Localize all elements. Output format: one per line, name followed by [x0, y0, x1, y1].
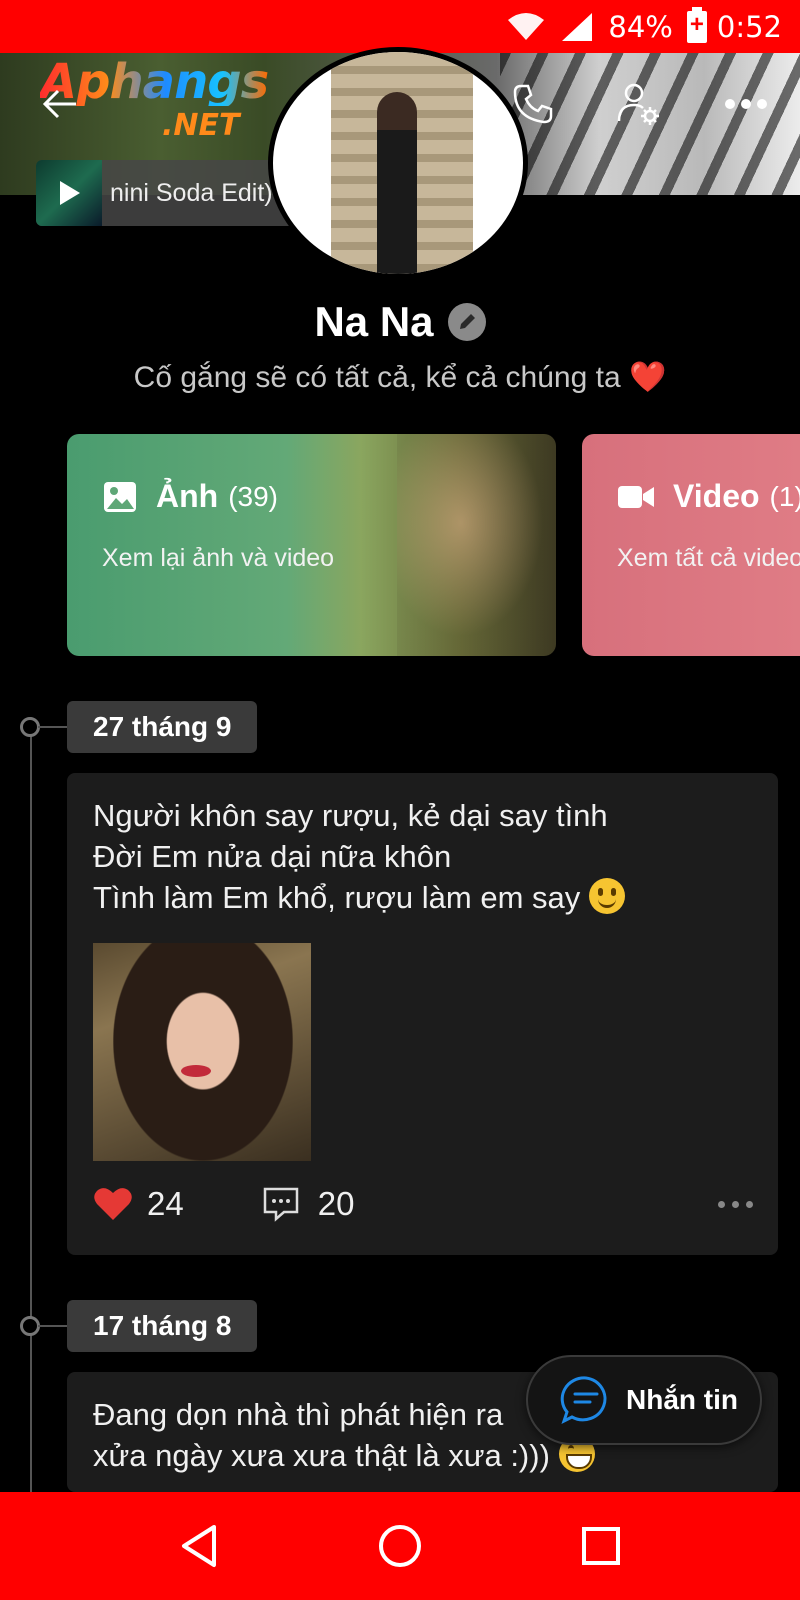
- videos-label: Video: [673, 478, 760, 514]
- wifi-icon: [508, 12, 545, 40]
- profile-music-player[interactable]: nini Soda Edit): [36, 160, 306, 226]
- signal-icon: [562, 12, 593, 41]
- nav-back-icon[interactable]: [179, 1524, 219, 1568]
- post-text: Đang dọn nhà thì phát hiện ra xửa ngày x…: [93, 1394, 595, 1476]
- profile-header: Na Na: [0, 298, 800, 346]
- user-gear-icon: [617, 83, 659, 125]
- timeline-line: [30, 727, 32, 1492]
- like-count: 24: [147, 1185, 184, 1222]
- date-badge: 17 tháng 8: [67, 1300, 258, 1352]
- post-actions: 24 20: [93, 1181, 753, 1227]
- back-arrow-icon: [42, 89, 76, 119]
- post-photo[interactable]: [93, 943, 311, 1161]
- battery-percent: 84%: [608, 9, 673, 44]
- photos-subtitle: Xem lại ảnh và video: [102, 544, 335, 572]
- avatar[interactable]: [268, 47, 528, 279]
- videos-subtitle: Xem tất cả video: [617, 544, 800, 572]
- profile-bio: Cố gắng sẽ có tất cả, kể cả chúng ta ❤️: [133, 361, 667, 394]
- heart-icon: [94, 1188, 132, 1220]
- profile-name: Na Na: [314, 298, 434, 345]
- more-options-button[interactable]: [718, 76, 774, 132]
- system-nav-bar: [0, 1492, 800, 1600]
- chat-bubble-icon: [560, 1376, 607, 1424]
- nav-recents-icon[interactable]: [581, 1526, 621, 1566]
- comment-icon: [263, 1187, 298, 1222]
- song-title: nini Soda Edit): [110, 178, 273, 207]
- message-button[interactable]: Nhắn tin: [526, 1355, 762, 1445]
- video-camera-icon: [618, 485, 654, 508]
- photos-card[interactable]: Ảnh (39) Xem lại ảnh và video: [67, 434, 556, 656]
- nav-home-icon[interactable]: [378, 1524, 422, 1568]
- videos-card[interactable]: Video (1) Xem tất cả video: [582, 434, 800, 656]
- play-icon[interactable]: [60, 181, 80, 205]
- date-badge: 27 tháng 9: [67, 701, 258, 753]
- comment-count: 20: [317, 1185, 355, 1222]
- back-button[interactable]: [32, 76, 88, 132]
- battery-charging-icon: [686, 6, 707, 43]
- edit-icon[interactable]: [447, 303, 486, 341]
- clock: 0:52: [716, 9, 782, 44]
- videos-count: (1): [769, 480, 800, 512]
- profile-settings-button[interactable]: [611, 76, 667, 132]
- smile-emoji-icon: [588, 878, 625, 914]
- timeline-dot: [20, 717, 40, 737]
- post-card[interactable]: Người khôn say rượu, kẻ dại say tình Đời…: [67, 773, 778, 1255]
- watermark-suffix: .NET: [162, 108, 240, 143]
- post-more-icon[interactable]: [718, 1200, 753, 1208]
- status-bar: 84% 0:52: [0, 0, 800, 53]
- post-text: Người khôn say rượu, kẻ dại say tình Đời…: [93, 795, 625, 918]
- timeline-dot: [20, 1316, 40, 1336]
- like-button[interactable]: 24: [93, 1185, 184, 1223]
- message-button-label: Nhắn tin: [626, 1384, 738, 1415]
- comment-button[interactable]: 20: [262, 1185, 355, 1223]
- more-horizontal-icon: [725, 99, 767, 109]
- photos-count: (39): [228, 480, 278, 512]
- image-icon: [104, 481, 136, 512]
- album-cover: [36, 160, 102, 226]
- photos-label: Ảnh: [156, 478, 219, 514]
